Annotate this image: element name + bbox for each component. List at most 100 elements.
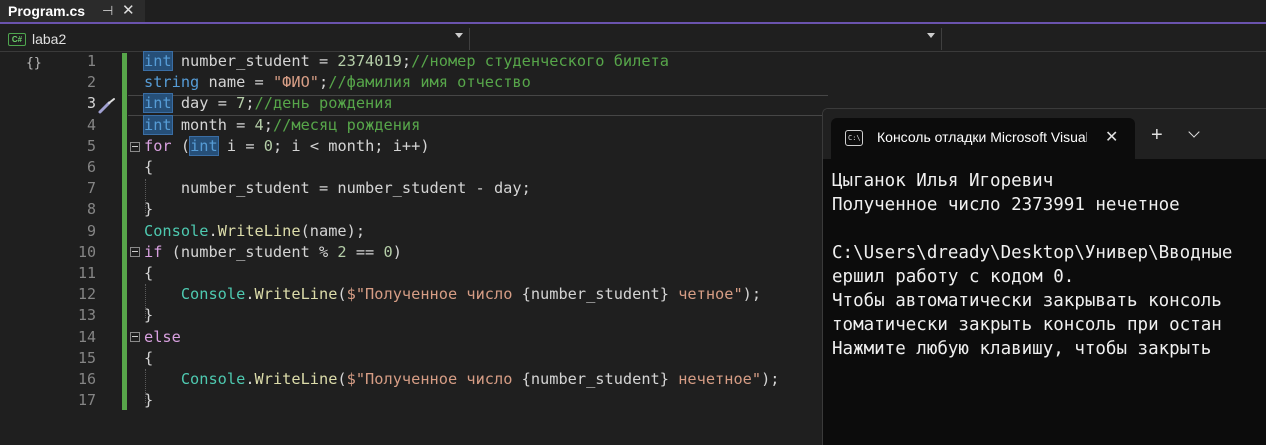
- line-number: 3: [86, 94, 96, 113]
- project-dropdown[interactable]: C# laba2: [4, 28, 470, 50]
- line-number: 11: [77, 264, 96, 282]
- debug-console-window[interactable]: C:\ Консоль отладки Microsoft Visual Stu…: [822, 108, 1266, 445]
- line-number: 1: [86, 52, 96, 70]
- line-number: 14: [77, 327, 96, 346]
- code-token: int: [143, 114, 173, 135]
- code-text: for (int i = 0; i < month; i++): [144, 135, 430, 157]
- code-token: 7: [236, 94, 246, 113]
- console-line: томатически закрыть консоль при остан: [832, 315, 1222, 335]
- code-text: Console.WriteLine($"Полученное число {nu…: [144, 369, 780, 390]
- console-output: Цыганок Илья Игоревич Полученное число 23…: [832, 169, 1232, 361]
- code-token: ;: [319, 73, 329, 92]
- line-number: 2: [86, 73, 96, 92]
- code-token: нечетное": [668, 370, 762, 388]
- indent-guide: [145, 284, 146, 318]
- code-token: 2374019: [337, 52, 402, 70]
- fold-toggle[interactable]: [130, 332, 140, 342]
- code-token: //номер студенческого билета: [411, 52, 669, 70]
- line-number: 17: [77, 391, 96, 410]
- code-token: Console: [144, 221, 209, 240]
- chevron-down-icon[interactable]: [1188, 126, 1200, 138]
- code-token: четное": [668, 285, 743, 304]
- document-tab-strip: Program.cs ⊣ ✕: [0, 0, 1266, 24]
- project-name: laba2: [32, 31, 67, 47]
- pin-icon[interactable]: ⊣: [102, 3, 113, 19]
- line-number: 4: [86, 115, 96, 134]
- new-tab-button[interactable]: +: [1151, 125, 1163, 145]
- console-line: Нажмите любую клавишу, чтобы закрыть: [832, 339, 1212, 359]
- line-number: 6: [86, 158, 96, 176]
- navigation-bar: C# laba2: [0, 26, 1266, 52]
- code-token: {: [144, 264, 154, 282]
- code-token: (: [337, 285, 347, 304]
- console-line: Полученное число 2373991 нечетное: [832, 195, 1180, 215]
- console-line: Чтобы автоматически закрывать консоль: [832, 291, 1222, 311]
- code-token: {number_student}: [521, 285, 669, 304]
- code-token: "ФИО": [272, 73, 320, 92]
- code-text: {: [144, 157, 153, 178]
- close-icon[interactable]: ✕: [1105, 127, 1118, 147]
- fold-toggle[interactable]: [130, 247, 140, 257]
- code-token: //месяц рождения: [272, 115, 421, 134]
- tab-program-cs[interactable]: Program.cs ⊣ ✕: [0, 0, 145, 22]
- line-number: 12: [77, 285, 96, 304]
- code-token: .: [245, 370, 255, 388]
- code-token: $"Полученное число: [346, 370, 522, 388]
- code-token: int: [143, 51, 173, 71]
- code-token: 0: [263, 136, 273, 155]
- terminal-tab-bar: C:\ Консоль отладки Microsoft Visual Stu…: [823, 109, 1266, 159]
- code-token: WriteLine: [254, 370, 338, 388]
- code-token: else: [144, 327, 181, 346]
- code-line[interactable]: 2 string name = "ФИО";//фамилия имя отчес…: [0, 72, 1266, 93]
- close-icon[interactable]: ✕: [122, 1, 135, 19]
- code-token: 0: [383, 242, 393, 261]
- code-token: //день рождения: [254, 94, 393, 113]
- member-dropdown[interactable]: [472, 28, 942, 50]
- code-token: for: [144, 136, 172, 155]
- line-number: 9: [86, 221, 96, 240]
- line-number: 13: [77, 306, 96, 325]
- code-token: month =: [171, 115, 255, 134]
- code-line[interactable]: 1 int number_student = 2374019;//номер ст…: [0, 51, 1266, 72]
- code-token: if: [144, 242, 163, 261]
- code-token: string: [144, 73, 200, 92]
- code-text: {: [144, 263, 153, 284]
- code-token: name =: [199, 73, 273, 92]
- line-number: 5: [86, 136, 96, 155]
- code-text: number_student = number_student - day;: [144, 178, 531, 199]
- console-line: ершил работу с кодом 0.: [832, 267, 1075, 287]
- console-icon: C:\: [845, 130, 863, 146]
- code-token: WriteLine: [217, 221, 301, 240]
- code-token: number_student = number_student - day;: [144, 179, 531, 198]
- code-token: ; i < month; i++): [272, 136, 430, 155]
- code-token: 2: [337, 242, 347, 261]
- code-text: int number_student = 2374019;//номер сту…: [143, 51, 669, 72]
- code-text: if (number_student % 2 == 0): [144, 242, 402, 263]
- code-token: day =: [171, 94, 237, 113]
- code-token: Console: [180, 370, 246, 388]
- indent-guide: [145, 369, 146, 403]
- line-number: 16: [77, 370, 96, 388]
- code-token: {: [144, 348, 154, 367]
- line-number: 8: [86, 200, 96, 219]
- code-token: (: [171, 136, 191, 155]
- indent-guide: [145, 179, 146, 213]
- chevron-down-icon: [455, 33, 463, 38]
- code-token: int: [143, 93, 173, 114]
- code-token: {number_student}: [521, 370, 669, 388]
- code-token: .: [208, 221, 218, 240]
- code-token: 4: [254, 115, 264, 134]
- code-token: (name);: [300, 221, 366, 240]
- code-token: ;: [245, 94, 255, 113]
- code-text: {: [144, 348, 153, 369]
- terminal-tab[interactable]: C:\ Консоль отладки Microsoft Visual Stu…: [831, 118, 1135, 159]
- csharp-project-icon: C#: [8, 32, 26, 46]
- code-text: int month = 4;//месяц рождения: [143, 114, 421, 136]
- code-text: else: [144, 327, 181, 348]
- chevron-down-icon: [927, 33, 935, 38]
- fold-toggle[interactable]: [130, 142, 140, 152]
- code-token: (number_student %: [162, 242, 338, 261]
